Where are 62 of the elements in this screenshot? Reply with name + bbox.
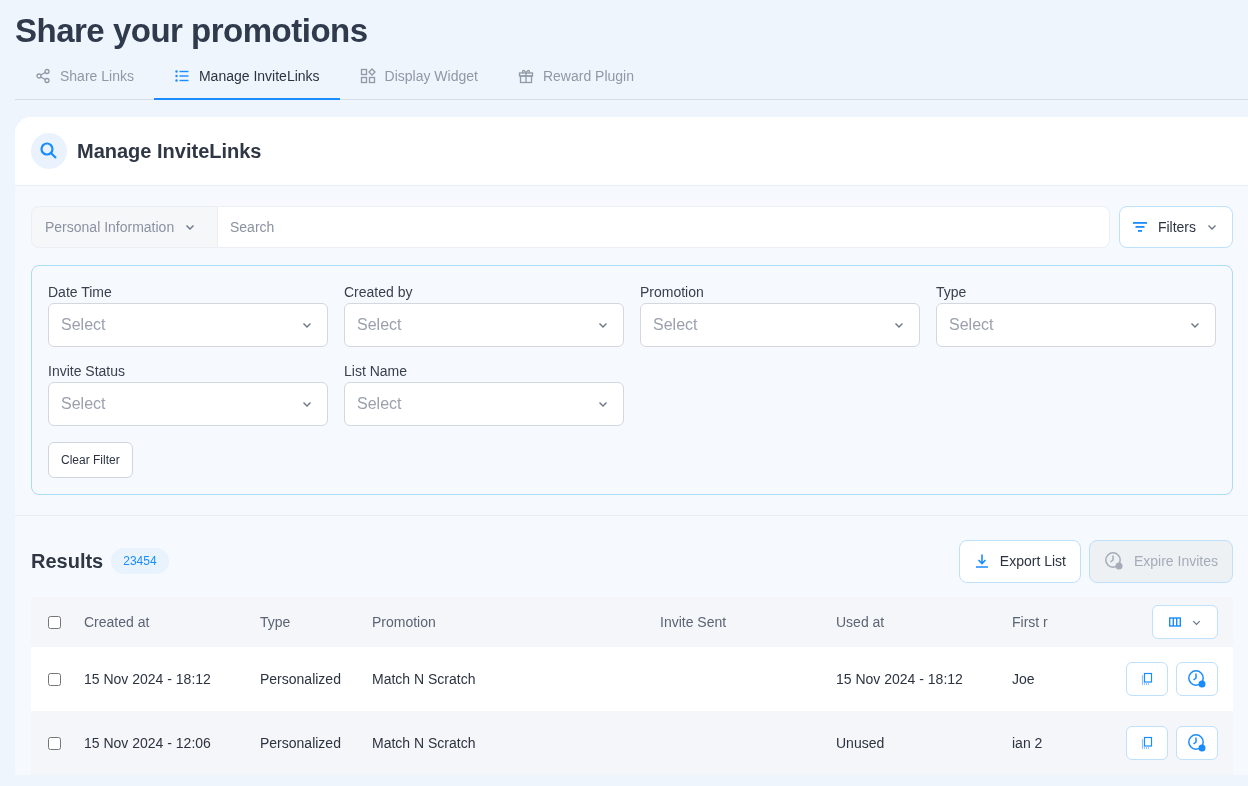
download-icon xyxy=(973,553,990,569)
select-dropdown[interactable]: Select xyxy=(48,303,328,347)
results-count: 23454 xyxy=(111,548,169,574)
tab[interactable]: Manage InviteLinks xyxy=(153,53,340,100)
column-header: Invite Sent xyxy=(660,614,727,630)
table-cell: Personalized xyxy=(260,671,341,687)
scope-dropdown[interactable]: Personal Information xyxy=(31,206,217,248)
table-cell: Joe xyxy=(1012,671,1035,687)
copy-button[interactable] xyxy=(1126,662,1168,696)
column-header: Used at xyxy=(836,614,885,630)
column-header: Type xyxy=(260,614,291,630)
table-cell: Match N Scratch xyxy=(372,735,476,751)
table-cell: 15 Nov 2024 - 18:12 xyxy=(84,671,211,687)
columns-button[interactable] xyxy=(1152,605,1218,639)
column-header: Created at xyxy=(84,614,150,630)
filter-label: Date Time xyxy=(48,284,113,300)
copy-icon xyxy=(1139,735,1155,751)
filter-icon xyxy=(1131,219,1148,235)
tab[interactable]: Reward Plugin xyxy=(497,53,654,100)
table-cell: 15 Nov 2024 - 12:06 xyxy=(84,735,211,751)
table-cell: 15 Nov 2024 - 18:12 xyxy=(836,671,963,687)
clear-filter-button[interactable]: Clear Filter xyxy=(48,442,133,478)
card-title: Manage InviteLinks xyxy=(77,139,262,163)
export-button[interactable]: Export List xyxy=(958,539,1081,583)
table-cell: Match N Scratch xyxy=(372,671,476,687)
row-checkbox[interactable] xyxy=(48,736,61,750)
select-all-checkbox[interactable] xyxy=(48,615,61,629)
clock-alert-icon xyxy=(1103,551,1124,571)
filter-label: Type xyxy=(936,284,968,300)
share-icon xyxy=(35,67,51,84)
filters-button[interactable]: Filters xyxy=(1118,206,1233,248)
list-icon xyxy=(173,67,190,84)
table-cell: ian 2 xyxy=(1012,735,1043,751)
column-header: Promotion xyxy=(372,614,436,630)
filter-label: Invite Status xyxy=(48,363,127,379)
widget-icon xyxy=(359,67,376,84)
select-dropdown[interactable]: Select xyxy=(344,382,624,426)
page-title: Share your promotions xyxy=(15,11,369,51)
column-header: First r xyxy=(1012,614,1048,630)
select-dropdown[interactable]: Select xyxy=(640,303,920,347)
tab[interactable]: Share Links xyxy=(15,53,154,100)
search-field[interactable]: Search xyxy=(217,206,1110,248)
expire-invite-button[interactable] xyxy=(1176,726,1218,760)
select-dropdown[interactable]: Select xyxy=(936,303,1216,347)
copy-icon xyxy=(1139,671,1155,687)
search-icon xyxy=(31,133,67,169)
tab[interactable]: Display Widget xyxy=(339,53,498,100)
filter-label: Promotion xyxy=(640,284,705,300)
table-cell: Personalized xyxy=(260,735,341,751)
columns-icon xyxy=(1168,617,1181,627)
gift-icon xyxy=(517,67,534,84)
filter-label: Created by xyxy=(344,284,414,300)
clock-alert-icon xyxy=(1187,669,1207,689)
expire-invite-button[interactable] xyxy=(1176,662,1218,696)
results-title: Results xyxy=(31,549,104,573)
select-dropdown[interactable]: Select xyxy=(48,382,328,426)
copy-button[interactable] xyxy=(1126,726,1168,760)
select-dropdown[interactable]: Select xyxy=(344,303,624,347)
row-checkbox[interactable] xyxy=(48,672,61,686)
table-cell: Unused xyxy=(836,735,885,751)
clock-alert-icon xyxy=(1187,733,1207,753)
filter-label: List Name xyxy=(344,363,409,379)
